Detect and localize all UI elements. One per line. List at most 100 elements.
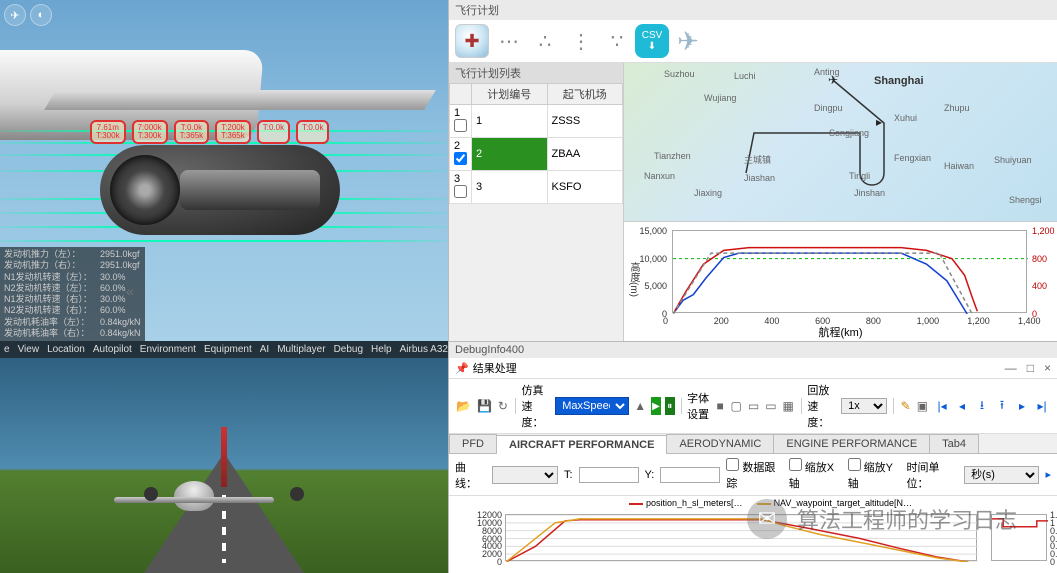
sim-speed-label: 仿真速度：: [522, 382, 552, 430]
aircraft-icon[interactable]: ✈: [671, 24, 705, 58]
menu-item[interactable]: Location: [47, 344, 85, 355]
engine-readout: T:0.0kT:365k: [174, 120, 210, 144]
plan-row[interactable]: 1 1ZSSS: [450, 105, 623, 138]
export-csv-icon[interactable]: CSV⬇: [635, 24, 669, 58]
flightgear-menubar[interactable]: e View Location Autopilot Environment Equipme…: [0, 341, 448, 358]
font-label[interactable]: 字体设置: [687, 390, 711, 422]
map-label: Songjiang: [829, 128, 869, 138]
t-label: T:: [564, 469, 573, 481]
map-label: Shengsi: [1009, 195, 1042, 205]
map-label: Shuiyuan: [994, 155, 1032, 165]
down-icon[interactable]: ⭳: [973, 397, 991, 415]
replay-speed-select[interactable]: 1x: [841, 398, 887, 414]
apply-icon[interactable]: ▸: [1045, 468, 1051, 481]
map-label: Suzhou: [664, 69, 695, 79]
pause-button[interactable]: ⏸: [665, 397, 675, 415]
plan-list-title: 飞行计划列表: [449, 63, 623, 83]
results-tab-label[interactable]: 结果处理: [473, 360, 517, 376]
tab-pfd[interactable]: PFD: [449, 434, 497, 453]
open-icon[interactable]: 📂: [455, 397, 472, 415]
performance-chart: position_h_sl_meters[… NAV_waypoint_targ…: [449, 496, 1057, 573]
xlabel: 航程(km): [819, 324, 863, 340]
time-unit-select[interactable]: 秒(s): [964, 466, 1039, 484]
wing: [44, 90, 436, 110]
up-icon[interactable]: ⭱: [993, 397, 1011, 415]
airflow-icon[interactable]: ✈: [4, 4, 26, 26]
flightgear-view[interactable]: e View Location Autopilot Environment Equipme…: [0, 341, 448, 573]
plan-table[interactable]: 计划编号 起飞机场 1 1ZSSS2 2ZBAA3 3KSFO: [449, 83, 623, 204]
tab-aerodynamic[interactable]: AERODYNAMIC: [666, 434, 774, 453]
route-a-icon[interactable]: ∴: [527, 24, 561, 58]
minimize-button[interactable]: —: [1005, 361, 1017, 375]
step-up-icon[interactable]: ▲: [633, 397, 647, 415]
add-chart-icon[interactable]: ▭: [747, 397, 760, 415]
bold-icon[interactable]: ■: [715, 397, 726, 415]
debug-tabs[interactable]: PFDAIRCRAFT PERFORMANCEAERODYNAMICENGINE…: [449, 434, 1057, 454]
debug-toolbar: 📂 💾 ↻ 仿真速度： MaxSpeed ▲ ▶ ⏸ 字体设置 ■ ▢ ▭ ▭ …: [449, 379, 1057, 434]
menu-item[interactable]: Airbus A320-211: [400, 344, 448, 355]
map-label: Dingpu: [814, 103, 843, 113]
tab-tab4[interactable]: Tab4: [929, 434, 979, 453]
menu-item[interactable]: Debug: [334, 344, 363, 355]
engine-readout: 7:000kT:300k: [132, 120, 168, 144]
map-label: Haiwan: [944, 161, 974, 171]
replay-label: 回放速度：: [807, 382, 837, 430]
probe-icon[interactable]: ◐: [30, 4, 52, 26]
curve-label: 曲线：: [455, 459, 486, 491]
chart-filter-bar: 曲线： T: Y: 数据跟踪 缩放X轴 缩放Y轴 时间单位： 秒(s) ▸: [449, 454, 1057, 496]
grid-icon[interactable]: ▦: [782, 397, 795, 415]
route-b-icon[interactable]: ⋮: [563, 24, 597, 58]
debug-title: DebugInfo400: [449, 342, 1057, 358]
first-icon[interactable]: |◂: [933, 397, 951, 415]
play-button[interactable]: ▶: [651, 397, 661, 415]
last-icon[interactable]: ▸|: [1033, 397, 1051, 415]
map-label: 主城镇: [744, 153, 771, 166]
menu-item[interactable]: Equipment: [204, 344, 252, 355]
tab-aircraft-performance[interactable]: AIRCRAFT PERFORMANCE: [496, 435, 667, 454]
aircraft-tail-view: [174, 427, 274, 503]
zoomx-checkbox[interactable]: 缩放X轴: [789, 458, 842, 491]
plan-row[interactable]: 2 2ZBAA: [450, 138, 623, 171]
menu-item[interactable]: Help: [371, 344, 392, 355]
tab-engine-performance[interactable]: ENGINE PERFORMANCE: [773, 434, 930, 453]
next-icon[interactable]: ▸: [1013, 397, 1031, 415]
del-chart-icon[interactable]: ▭: [764, 397, 777, 415]
map-label: Tingli: [849, 171, 870, 181]
menu-item[interactable]: e: [4, 344, 10, 355]
menu-item[interactable]: Autopilot: [93, 344, 132, 355]
engine-nacelle: [100, 135, 340, 255]
plan-row[interactable]: 3 3KSFO: [450, 171, 623, 204]
close-button[interactable]: ×: [1044, 361, 1051, 375]
altitude-chart: 高度(m) 05,00010,00015,00004008001,2000200…: [624, 221, 1057, 341]
map-label: Jiaxing: [694, 188, 722, 198]
globe-add-icon[interactable]: ✚: [455, 24, 489, 58]
snapshot-icon[interactable]: ▣: [916, 397, 929, 415]
legend-position: position_h_sl_meters[…: [629, 498, 743, 508]
track-checkbox[interactable]: 数据跟踪: [726, 458, 782, 491]
menu-item[interactable]: View: [18, 344, 40, 355]
engine-readout: T:0.0k: [296, 120, 329, 144]
highlight-icon[interactable]: ✎: [900, 397, 912, 415]
map-label: Xuhui: [894, 113, 917, 123]
engine-readout: T:0.0k: [257, 120, 290, 144]
pin-icon[interactable]: 📌: [455, 362, 469, 375]
t-input[interactable]: [579, 467, 639, 483]
maximize-button[interactable]: □: [1027, 361, 1034, 375]
refresh-icon[interactable]: ↻: [497, 397, 509, 415]
waypoint-seq-icon[interactable]: ⋯: [491, 24, 525, 58]
route-c-icon[interactable]: ∵: [599, 24, 633, 58]
zoomy-checkbox[interactable]: 缩放Y轴: [848, 458, 901, 491]
sim-speed-select[interactable]: MaxSpeed: [555, 397, 629, 415]
map-label: Anting: [814, 67, 840, 77]
save-icon[interactable]: 💾: [476, 397, 493, 415]
menu-item[interactable]: Multiplayer: [277, 344, 325, 355]
menu-item[interactable]: Environment: [140, 344, 196, 355]
prev-icon[interactable]: ◂: [953, 397, 971, 415]
menu-item[interactable]: AI: [260, 344, 269, 355]
bigger-icon[interactable]: ▢: [730, 397, 743, 415]
curve-select[interactable]: [492, 466, 558, 484]
y-input[interactable]: [660, 467, 720, 483]
route-map[interactable]: ✈ ▸ SuzhouLuchiAntingShanghaiWujiangDing…: [624, 63, 1057, 221]
debug-panel: DebugInfo400 📌 结果处理 — □ × 📂 💾 ↻ 仿真速度： Ma…: [448, 341, 1057, 573]
col-airport: 起飞机场: [547, 84, 623, 105]
